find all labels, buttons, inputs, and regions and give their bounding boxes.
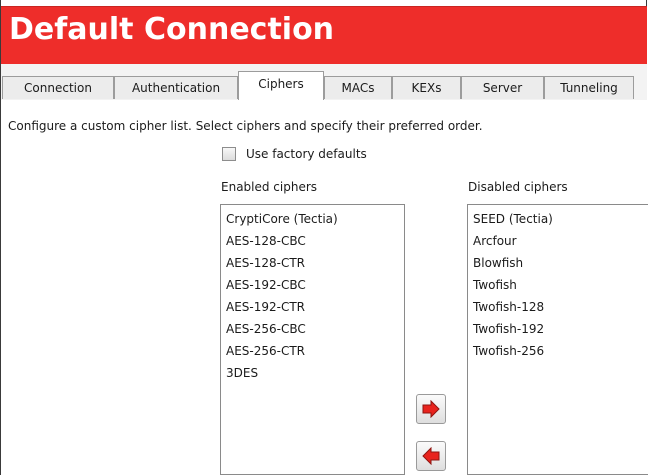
enabled-cipher-item[interactable]: AES-128-CTR bbox=[226, 252, 404, 274]
disabled-ciphers-list[interactable]: SEED (Tectia) Arcfour Blowfish Twofish Twofi… bbox=[467, 204, 648, 475]
arrow-left-icon bbox=[422, 447, 440, 465]
arrow-right-icon bbox=[422, 400, 440, 418]
tab-tunneling[interactable]: Tunneling bbox=[544, 76, 634, 99]
enabled-cipher-item[interactable]: AES-128-CBC bbox=[226, 230, 404, 252]
tab-ciphers[interactable]: Ciphers bbox=[238, 71, 324, 100]
enabled-cipher-item[interactable]: AES-256-CTR bbox=[226, 340, 404, 362]
enabled-ciphers-list[interactable]: CryptiCore (Tectia) AES-128-CBC AES-128-CT… bbox=[220, 204, 405, 475]
tab-kexs[interactable]: KEXs bbox=[392, 76, 461, 99]
enabled-ciphers-label: Enabled ciphers bbox=[221, 180, 318, 194]
disabled-cipher-item[interactable]: Twofish-192 bbox=[473, 318, 648, 340]
window-title: Default Connection bbox=[9, 12, 335, 47]
tab-macs[interactable]: MACs bbox=[324, 76, 392, 99]
disabled-cipher-item[interactable]: Twofish bbox=[473, 274, 648, 296]
enabled-cipher-item[interactable]: CryptiCore (Tectia) bbox=[226, 208, 404, 230]
title-bar: Default Connection bbox=[1, 6, 647, 65]
move-to-enabled-button[interactable] bbox=[416, 441, 446, 471]
factory-defaults-checkbox[interactable] bbox=[222, 147, 236, 161]
disabled-cipher-item[interactable]: Arcfour bbox=[473, 230, 648, 252]
tab-authentication[interactable]: Authentication bbox=[114, 76, 238, 99]
enabled-cipher-item[interactable]: 3DES bbox=[226, 362, 404, 384]
page-description: Configure a custom cipher list. Select c… bbox=[8, 119, 483, 133]
enabled-cipher-item[interactable]: AES-192-CTR bbox=[226, 296, 404, 318]
disabled-ciphers-label: Disabled ciphers bbox=[468, 180, 568, 194]
enabled-cipher-item[interactable]: AES-192-CBC bbox=[226, 274, 404, 296]
enabled-cipher-item[interactable]: AES-256-CBC bbox=[226, 318, 404, 340]
disabled-cipher-item[interactable]: SEED (Tectia) bbox=[473, 208, 648, 230]
factory-defaults-label[interactable]: Use factory defaults bbox=[246, 147, 367, 161]
disabled-cipher-item[interactable]: Twofish-256 bbox=[473, 340, 648, 362]
disabled-cipher-item[interactable]: Blowfish bbox=[473, 252, 648, 274]
move-to-disabled-button[interactable] bbox=[416, 394, 446, 424]
disabled-cipher-item[interactable]: Twofish-128 bbox=[473, 296, 648, 318]
tab-connection[interactable]: Connection bbox=[2, 76, 114, 99]
tab-strip: Connection Authentication Ciphers MACs K… bbox=[1, 64, 647, 101]
tab-server[interactable]: Server bbox=[461, 76, 544, 99]
ciphers-panel: Configure a custom cipher list. Select c… bbox=[1, 100, 648, 475]
